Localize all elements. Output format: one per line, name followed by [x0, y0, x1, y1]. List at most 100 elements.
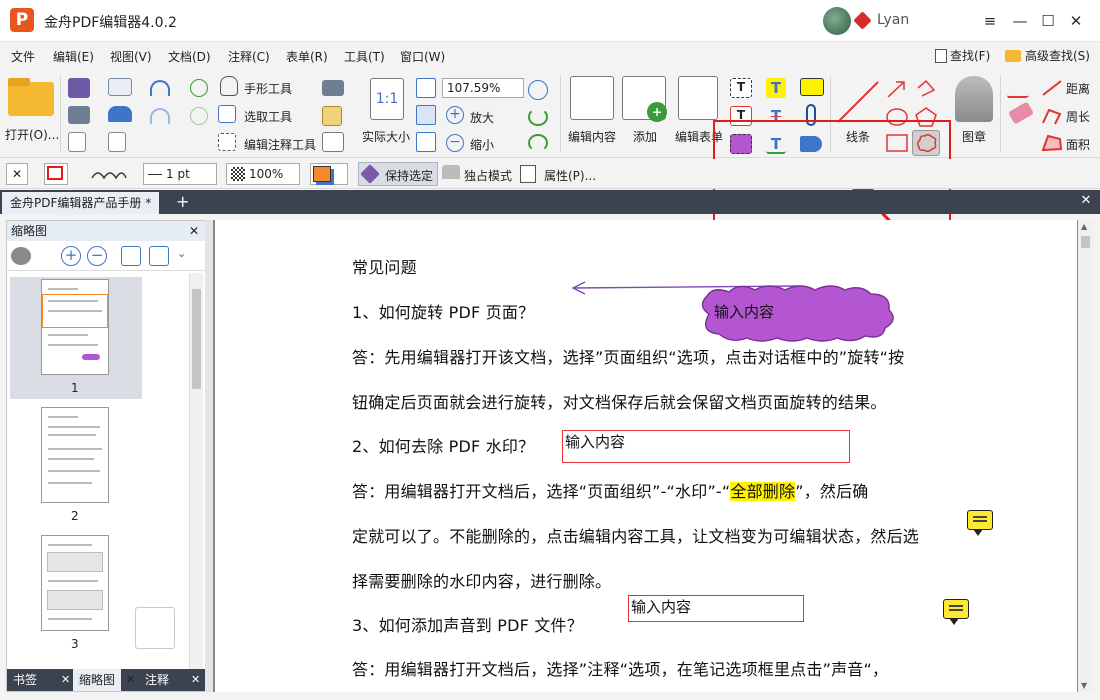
fit-width-icon[interactable] [416, 105, 436, 125]
email-icon[interactable] [108, 78, 132, 96]
tab-bookmarks[interactable]: 书签 [7, 669, 43, 691]
tab-thumbnails[interactable]: 缩略图 [73, 669, 122, 691]
panel-close-icon[interactable]: ✕ [189, 221, 199, 241]
polyline-tool-icon[interactable] [914, 78, 938, 100]
actual-size-icon[interactable]: 1:1 [370, 78, 404, 120]
new-tab-button[interactable]: + [176, 193, 189, 211]
document-scrollbar[interactable]: ▲ ▼ [1078, 220, 1094, 692]
pencil-icon[interactable] [1006, 78, 1036, 98]
hand-tool-button[interactable]: 手形工具 [244, 80, 292, 97]
zoom-tool-icon[interactable] [528, 80, 548, 100]
back-icon[interactable] [190, 79, 208, 97]
tab-comments[interactable]: 注释 [139, 669, 175, 691]
line-tool-icon[interactable] [834, 78, 882, 126]
actual-size-label[interactable]: 实际大小 [362, 128, 410, 145]
menu-document[interactable]: 文档(D) [168, 48, 211, 65]
menu-view[interactable]: 视图(V) [110, 48, 152, 65]
fit-visible-icon[interactable] [416, 132, 436, 152]
keep-selected-button[interactable]: 保持选定 [358, 162, 438, 186]
properties-button[interactable]: 属性(P)... [544, 167, 596, 184]
zoom-combo[interactable]: 107.59% [442, 78, 524, 98]
edit-content-button[interactable]: 编辑内容 [568, 128, 616, 145]
opacity-combo[interactable]: 100% [226, 163, 300, 185]
eraser-icon[interactable] [1007, 101, 1035, 125]
line-width-combo[interactable]: 1 pt [143, 163, 217, 185]
arrow-tool-icon[interactable] [885, 78, 909, 100]
thumb-zoom-out-icon[interactable]: − [87, 246, 107, 266]
scroll-up-icon[interactable]: ▲ [1081, 222, 1087, 231]
scroll-thumb[interactable] [1081, 236, 1090, 248]
maximize-button[interactable]: ☐ [1037, 10, 1059, 32]
advanced-find-button[interactable]: 高级查找(S) [1005, 47, 1090, 64]
close-document-button[interactable]: ✕ [1078, 193, 1094, 209]
tab-close-icon[interactable]: ✕ [61, 673, 70, 686]
tab-document[interactable]: 金舟PDF编辑器产品手册 * [2, 192, 160, 214]
rotate-cw-icon[interactable] [149, 246, 169, 266]
stroke-color-picker[interactable] [44, 163, 68, 185]
menu-comment[interactable]: 注释(C) [228, 48, 270, 65]
menu-edit[interactable]: 编辑(E) [53, 48, 94, 65]
forward-icon[interactable] [190, 107, 208, 125]
exclusive-mode-button[interactable]: 独占模式 [464, 167, 512, 184]
select-tool-button[interactable]: 选取工具 [244, 108, 292, 125]
tab-close-icon[interactable]: ✕ [126, 673, 135, 686]
menu-window[interactable]: 窗口(W) [400, 48, 445, 65]
new-document-icon[interactable] [108, 132, 126, 152]
stamp-button[interactable]: 图章 [962, 128, 986, 145]
panel-splitter[interactable] [205, 220, 213, 692]
gear-icon[interactable] [11, 247, 31, 265]
highlighted-text[interactable]: 全部删除 [730, 482, 796, 501]
edit-annotation-tool-button[interactable]: 编辑注释工具 [244, 136, 316, 153]
find-replace-icon[interactable] [322, 132, 344, 152]
add-button[interactable]: 添加 [633, 128, 657, 145]
sticky-note-icon[interactable] [800, 78, 824, 96]
thumbnail-scrollbar[interactable] [189, 273, 203, 669]
menu-tools[interactable]: 工具(T) [344, 48, 385, 65]
zoom-in-button[interactable]: 放大 [470, 109, 494, 126]
rotate-left-icon[interactable] [528, 108, 548, 126]
sticky-note-annotation-icon[interactable] [943, 599, 969, 625]
cloud-upload-icon[interactable] [108, 106, 132, 122]
textbox-annotation[interactable]: 输入内容 [628, 595, 804, 622]
sticky-note-annotation-icon[interactable] [967, 510, 993, 536]
fit-page-icon[interactable] [416, 78, 436, 98]
tab-close-icon[interactable]: ✕ [191, 673, 200, 686]
rotate-right-icon[interactable] [528, 134, 548, 152]
menu-icon[interactable]: ≡ [979, 10, 1001, 32]
highlight-text-icon[interactable]: T [766, 78, 786, 98]
pdf-page[interactable]: 常见问题 1、如何旋转 PDF 页面？ 答：先用编辑器打开该文档，选择”页面组织… [215, 220, 1077, 692]
typewriter-icon[interactable]: T [730, 78, 752, 98]
cloud-annotation-text[interactable]: 输入内容 [714, 301, 774, 322]
export-icon[interactable] [68, 132, 86, 152]
avatar[interactable] [823, 7, 851, 35]
print-icon[interactable] [68, 106, 90, 124]
distance-button[interactable]: 距离 [1066, 80, 1090, 97]
thumbnail-page-1[interactable] [41, 279, 109, 375]
user-name[interactable]: Lyan [877, 12, 909, 28]
perimeter-button[interactable]: 周长 [1066, 108, 1090, 125]
close-button[interactable]: ✕ [1065, 10, 1087, 32]
line-style-icon[interactable] [90, 168, 128, 180]
redo-icon[interactable] [150, 108, 170, 124]
save-icon[interactable] [68, 78, 90, 98]
open-label[interactable]: 打开(O)... [5, 126, 59, 143]
rotate-ccw-icon[interactable] [121, 246, 141, 266]
area-button[interactable]: 面积 [1066, 136, 1090, 153]
scroll-thumb[interactable] [192, 289, 201, 389]
fill-color-picker[interactable] [310, 163, 348, 185]
zoom-out-button[interactable]: 缩小 [470, 136, 494, 153]
more-chevron-icon[interactable]: ⌄ [177, 247, 186, 260]
menu-file[interactable]: 文件 [11, 48, 35, 65]
open-folder-icon[interactable] [8, 82, 54, 116]
clipboard-icon[interactable] [322, 106, 342, 126]
find-button[interactable]: 查找(F) [935, 47, 990, 64]
thumbnail-page-2[interactable] [41, 407, 109, 503]
textbox-annotation[interactable]: 输入内容 [562, 430, 850, 463]
thumb-zoom-in-icon[interactable]: + [61, 246, 81, 266]
snapshot-camera-icon[interactable] [322, 80, 344, 96]
fill-none-button[interactable]: ✕ [6, 163, 28, 185]
minimize-button[interactable]: — [1009, 10, 1031, 32]
menu-form[interactable]: 表单(R) [286, 48, 328, 65]
scroll-down-icon[interactable]: ▼ [1081, 681, 1087, 690]
thumbnail-page-3[interactable] [41, 535, 109, 631]
